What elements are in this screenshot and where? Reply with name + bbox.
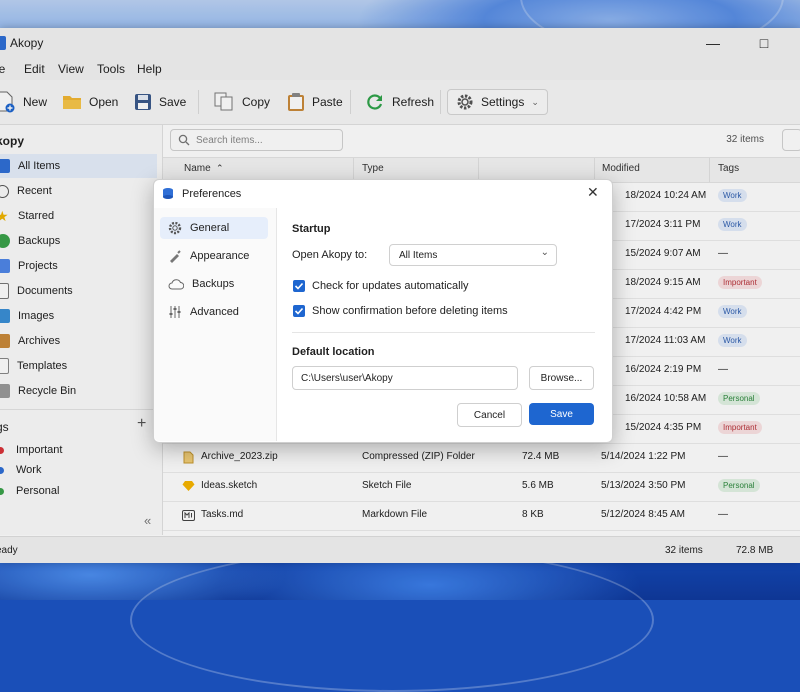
dialog-title: Preferences xyxy=(182,188,242,200)
cancel-button[interactable]: Cancel xyxy=(457,403,522,427)
sliders-icon xyxy=(169,306,181,318)
nav-label: Advanced xyxy=(190,306,239,318)
browse-button[interactable]: Browse... xyxy=(529,366,594,390)
section-divider xyxy=(292,332,595,333)
confirm-delete-checkbox[interactable] xyxy=(293,305,305,317)
dialog-save-button[interactable]: Save xyxy=(529,403,594,425)
nav-appearance[interactable]: Appearance xyxy=(160,245,268,267)
preferences-dialog: Preferences ✕ General Appearance Backups… xyxy=(153,179,613,443)
confirm-delete-label: Show confirmation before deleting items xyxy=(312,305,508,317)
checkmark-icon xyxy=(294,307,304,315)
cloud-icon xyxy=(168,279,184,290)
nav-label: Backups xyxy=(192,278,235,290)
section-heading-startup: Startup xyxy=(292,223,331,235)
default-location-field[interactable]: C:\Users\user\Akopy xyxy=(292,366,518,390)
open-to-label: Open Akopy to: xyxy=(292,249,368,261)
nav-advanced[interactable]: Advanced xyxy=(160,301,268,323)
checkmark-icon xyxy=(294,282,304,290)
brush-icon xyxy=(170,250,181,263)
nav-label: General xyxy=(190,222,230,234)
app-logo-icon xyxy=(163,188,173,199)
nav-backups[interactable]: Backups xyxy=(160,273,268,295)
nav-general[interactable]: General xyxy=(160,217,268,239)
default-location-value: C:\Users\user\Akopy xyxy=(301,372,393,384)
section-heading-default-location: Default location xyxy=(292,346,375,358)
nav-label: Appearance xyxy=(190,250,250,262)
gear-icon xyxy=(168,221,182,235)
preferences-general-panel: Startup Open Akopy to: All Items ⌄ Check… xyxy=(292,208,597,438)
check-updates-label: Check for updates automatically xyxy=(312,280,469,292)
chevron-down-icon: ⌄ xyxy=(540,247,549,258)
check-updates-checkbox[interactable] xyxy=(293,280,305,292)
preferences-nav: General Appearance Backups Advanced xyxy=(154,208,277,441)
dialog-close-icon[interactable]: ✕ xyxy=(587,184,599,201)
open-to-select[interactable]: All Items ⌄ xyxy=(389,244,557,266)
open-to-value: All Items xyxy=(399,249,438,261)
